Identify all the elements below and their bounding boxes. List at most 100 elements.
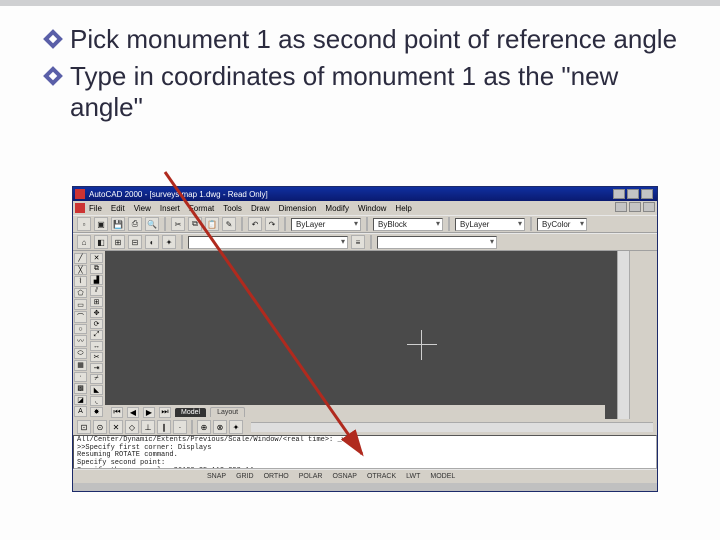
tab-model[interactable]: Model bbox=[175, 408, 206, 417]
layer2-select[interactable]: ByLayer bbox=[455, 218, 525, 231]
undo-button[interactable]: ↶ bbox=[248, 217, 262, 231]
tab-layout[interactable]: Layout bbox=[210, 407, 245, 417]
doc-close-button[interactable] bbox=[643, 202, 655, 212]
explode-tool[interactable]: ✸ bbox=[90, 407, 103, 417]
layer-dropdown[interactable] bbox=[188, 236, 348, 249]
status-snap[interactable]: SNAP bbox=[207, 473, 226, 480]
tab-first-button[interactable]: ⏮ bbox=[111, 407, 123, 418]
tool-button[interactable]: ⌂ bbox=[77, 235, 91, 249]
stretch-tool[interactable]: ↔ bbox=[90, 341, 103, 351]
tool-button[interactable]: ◧ bbox=[94, 235, 108, 249]
menu-draw[interactable]: Draw bbox=[251, 204, 270, 213]
osnap-button[interactable]: ∥ bbox=[157, 420, 171, 434]
menu-window[interactable]: Window bbox=[358, 204, 386, 213]
osnap-button[interactable]: ✕ bbox=[109, 420, 123, 434]
block-tool[interactable]: ▦ bbox=[74, 360, 87, 371]
preview-button[interactable]: 🔍 bbox=[145, 217, 159, 231]
region-tool[interactable]: ◪ bbox=[74, 395, 87, 406]
osnap-button[interactable]: ⊗ bbox=[213, 420, 227, 434]
array-tool[interactable]: ⊞ bbox=[90, 297, 103, 307]
hatch-tool[interactable]: ▩ bbox=[74, 383, 87, 394]
tool-button[interactable]: ≡ bbox=[351, 235, 365, 249]
layer-select[interactable]: ByLayer bbox=[291, 218, 361, 231]
print-button[interactable]: ⎙ bbox=[128, 217, 142, 231]
rotate-tool[interactable]: ⟳ bbox=[90, 319, 103, 329]
copy-tool[interactable]: ⧉ bbox=[90, 264, 103, 274]
status-osnap[interactable]: OSNAP bbox=[332, 473, 357, 480]
osnap-button[interactable]: ⊥ bbox=[141, 420, 155, 434]
autocad-window: AutoCAD 2000 - [surveys map 1.dwg - Read… bbox=[72, 186, 658, 492]
command-window[interactable]: All/Center/Dynamic/Extents/Previous/Scal… bbox=[73, 435, 657, 469]
menu-help[interactable]: Help bbox=[395, 204, 411, 213]
redo-button[interactable]: ↷ bbox=[265, 217, 279, 231]
point-tool[interactable]: · bbox=[74, 372, 87, 383]
save-button[interactable]: 💾 bbox=[111, 217, 125, 231]
osnap-button[interactable]: ⊕ bbox=[197, 420, 211, 434]
open-button[interactable]: ▣ bbox=[94, 217, 108, 231]
menu-view[interactable]: View bbox=[134, 204, 151, 213]
erase-tool[interactable]: ✕ bbox=[90, 253, 103, 263]
doc-minimize-button[interactable] bbox=[615, 202, 627, 212]
menu-dimension[interactable]: Dimension bbox=[279, 204, 317, 213]
drawing-canvas[interactable]: ⏮ ◀ ▶ ⏭ Model Layout bbox=[105, 251, 617, 419]
rect-tool[interactable]: ▭ bbox=[74, 299, 87, 310]
text-tool[interactable]: A bbox=[74, 406, 87, 417]
chamfer-tool[interactable]: ◣ bbox=[90, 385, 103, 395]
menu-file[interactable]: File bbox=[89, 204, 102, 213]
menu-format[interactable]: Format bbox=[189, 204, 214, 213]
horizontal-scrollbar[interactable] bbox=[251, 422, 653, 432]
line-tool[interactable]: ╱ bbox=[74, 253, 87, 264]
spline-tool[interactable]: 〰 bbox=[74, 335, 87, 347]
color-select[interactable]: ByColor bbox=[537, 218, 587, 231]
status-lwt[interactable]: LWT bbox=[406, 473, 420, 480]
ellipse-tool[interactable]: ⬭ bbox=[74, 348, 87, 359]
scale-tool[interactable]: ⤢ bbox=[90, 330, 103, 340]
xline-tool[interactable]: ╳ bbox=[74, 265, 87, 276]
linetype-dropdown[interactable] bbox=[377, 236, 497, 249]
close-button[interactable] bbox=[641, 189, 653, 199]
doc-restore-button[interactable] bbox=[629, 202, 641, 212]
offset-tool[interactable]: ⫽ bbox=[90, 286, 103, 296]
status-otrack[interactable]: OTRACK bbox=[367, 473, 396, 480]
block-select[interactable]: ByBlock bbox=[373, 218, 443, 231]
osnap-button[interactable]: ◇ bbox=[125, 420, 139, 434]
tool-button[interactable]: ✦ bbox=[162, 235, 176, 249]
minimize-button[interactable] bbox=[613, 189, 625, 199]
menu-tools[interactable]: Tools bbox=[223, 204, 242, 213]
status-polar[interactable]: POLAR bbox=[299, 473, 323, 480]
osnap-button[interactable]: ⊙ bbox=[93, 420, 107, 434]
status-ortho[interactable]: ORTHO bbox=[264, 473, 289, 480]
cut-button[interactable]: ✂ bbox=[171, 217, 185, 231]
circle-tool[interactable]: ○ bbox=[74, 324, 87, 335]
paste-button[interactable]: 📋 bbox=[205, 217, 219, 231]
tool-button[interactable]: ⊞ bbox=[111, 235, 125, 249]
copy-button[interactable]: ⧉ bbox=[188, 217, 202, 231]
break-tool[interactable]: ⌿ bbox=[90, 374, 103, 384]
polygon-tool[interactable]: ⬠ bbox=[74, 288, 87, 299]
menu-edit[interactable]: Edit bbox=[111, 204, 125, 213]
extend-tool[interactable]: ⇥ bbox=[90, 363, 103, 373]
status-grid[interactable]: GRID bbox=[236, 473, 254, 480]
pline-tool[interactable]: ⌇ bbox=[74, 276, 87, 287]
vertical-scrollbar[interactable] bbox=[617, 251, 629, 419]
bullet-list: Pick monument 1 as second point of refer… bbox=[44, 24, 680, 130]
maximize-button[interactable] bbox=[627, 189, 639, 199]
status-model[interactable]: MODEL bbox=[430, 473, 455, 480]
osnap-button[interactable]: ⊡ bbox=[77, 420, 91, 434]
mirror-tool[interactable]: ▟ bbox=[90, 275, 103, 285]
tab-last-button[interactable]: ⏭ bbox=[159, 407, 171, 418]
tab-next-button[interactable]: ▶ bbox=[143, 407, 155, 418]
tool-button[interactable]: ◐ bbox=[145, 235, 159, 249]
menu-modify[interactable]: Modify bbox=[325, 204, 349, 213]
osnap-button[interactable]: · bbox=[173, 420, 187, 434]
tool-button[interactable]: ⊟ bbox=[128, 235, 142, 249]
fillet-tool[interactable]: ◟ bbox=[90, 396, 103, 406]
arc-tool[interactable]: ⌒ bbox=[74, 311, 87, 323]
menu-insert[interactable]: Insert bbox=[160, 204, 180, 213]
new-button[interactable]: ▫ bbox=[77, 217, 91, 231]
osnap-button[interactable]: ✦ bbox=[229, 420, 243, 434]
tab-prev-button[interactable]: ◀ bbox=[127, 407, 139, 418]
match-button[interactable]: ✎ bbox=[222, 217, 236, 231]
move-tool[interactable]: ✥ bbox=[90, 308, 103, 318]
trim-tool[interactable]: ✂ bbox=[90, 352, 103, 362]
